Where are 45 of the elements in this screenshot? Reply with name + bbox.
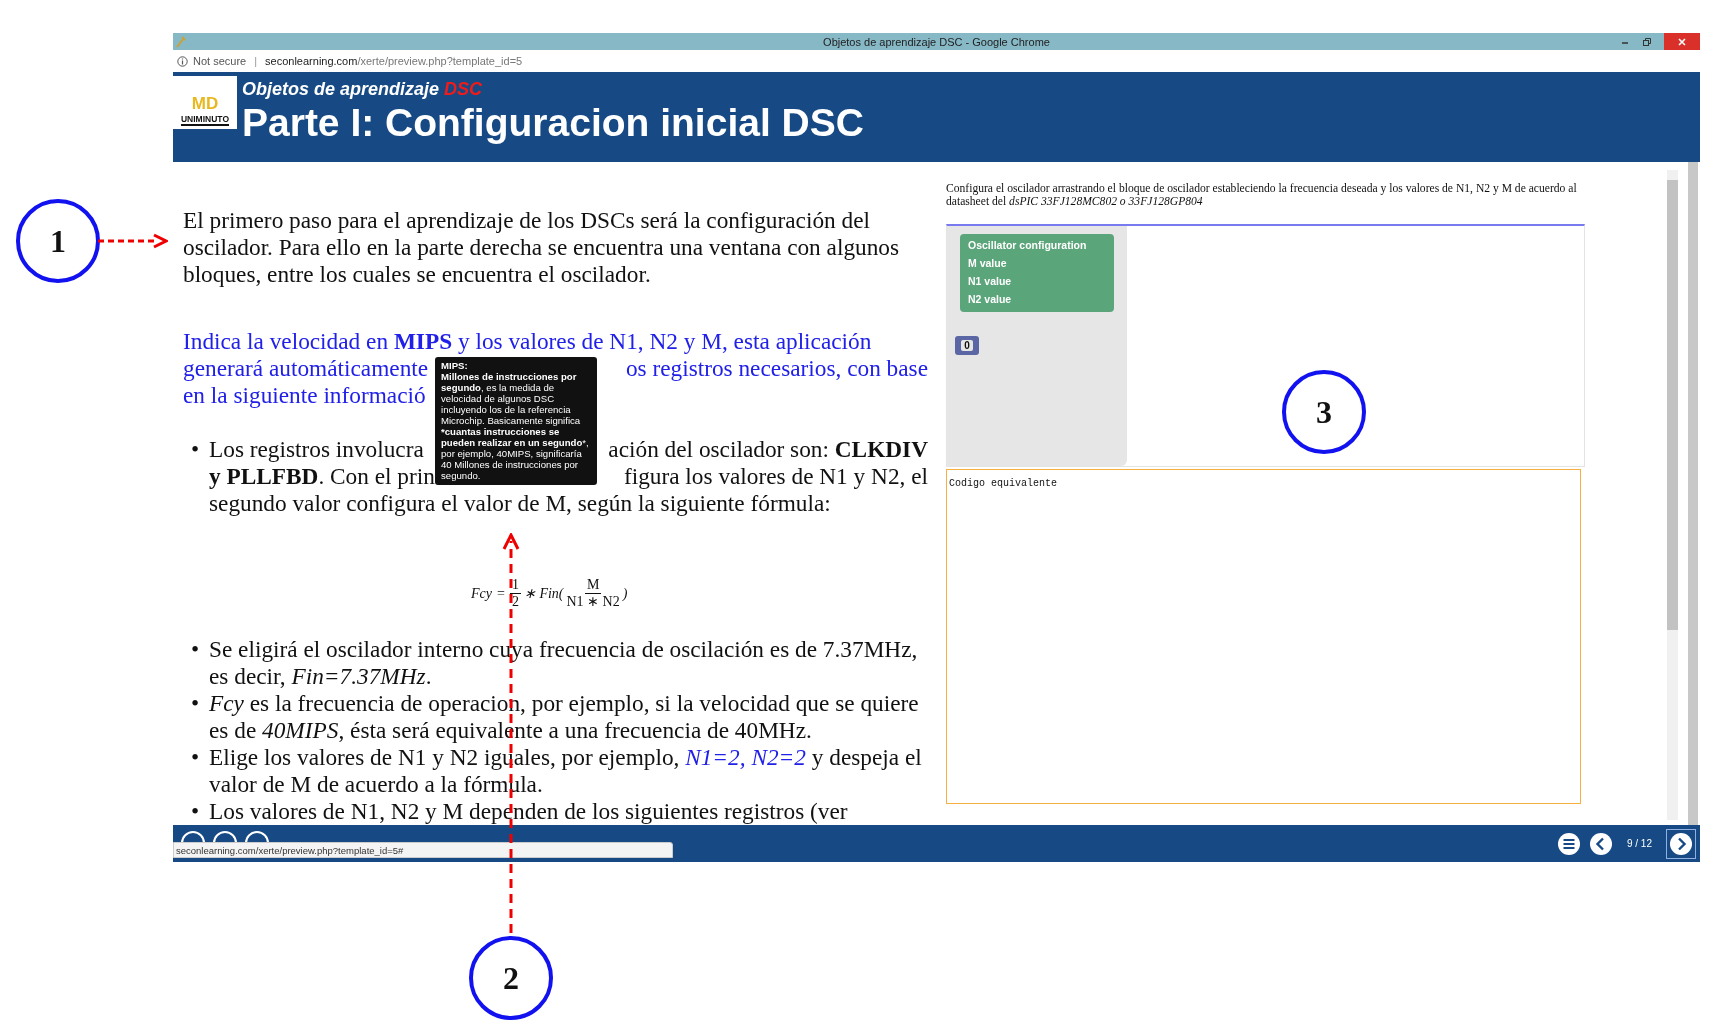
callout-circle: 1	[16, 199, 100, 283]
page-title: Parte I: Configuracion inicial DSC	[242, 102, 864, 145]
logo: MD UNIMINUTO	[173, 76, 237, 129]
instruction-text: en la siguiente informació	[183, 382, 426, 409]
instruction-text: generará automáticamente	[183, 355, 429, 382]
bullet-text: Elige los valores de N1 y N2 iguales, por ejemplo, N1=2, N2=2 y despeja el valor de M de acuerdo a la fórmula.	[209, 744, 923, 798]
code-label: Codigo equivalente	[949, 478, 1058, 489]
previous-icon[interactable]	[1588, 831, 1613, 856]
instructions-text: Configura el oscilador arrastrando el bloque de oscilador estableciendo la frecuencia deseada y los valores de N1, N2 y M de acuerdo al datasheet del dsPIC 33FJ128MC802 o 33FJ128GP804	[946, 182, 1578, 208]
bullet-marker: •	[191, 636, 201, 664]
bullet-text: figura los valores de N1 y N2, el	[623, 463, 928, 490]
dashed-arrow	[98, 233, 168, 249]
intro-paragraph: El primero paso para el aprendizaje de los DSCs será la configuración del oscilador. Para ello en la parte derecha se encuentra una ventana con algunos bloques, entre los cuales se encuentra el oscilador.	[183, 207, 901, 288]
status-url-tooltip: seconlearning.com/xerte/preview.php?template_id=5#	[173, 842, 673, 858]
instruction-text: os registros necesarios, con base	[625, 355, 928, 382]
bullet-text: y PLLFBD. Con el prin	[209, 463, 435, 490]
bullet-text: segundo valor configura el valor de M, según la siguiente fórmula:	[209, 490, 831, 517]
info-icon	[177, 55, 188, 67]
callout-circle: 3	[1282, 370, 1366, 454]
number-block[interactable]: 0	[955, 336, 979, 355]
bullet-text: Fcy es la frecuencia de operacion, por ejemplo, si la velocidad que se quiere es de 40MIPS, ésta será equivalente a una frecuencia de 40MHz.	[209, 690, 920, 744]
instruction-text: Indica la velocidad en MIPS y los valores de N1, N2 y M, esta aplicación	[183, 328, 872, 355]
restore-icon[interactable]	[1642, 36, 1652, 47]
pen-icon	[176, 35, 186, 48]
security-label: Not secure	[193, 55, 247, 67]
callout-circle: 2	[469, 936, 553, 1020]
window-title: Objetos de aprendizaje DSC - Google Chrome	[823, 35, 1050, 48]
bullet-text: Los valores de N1, N2 y M dependen de los siguientes registros (ver	[209, 798, 849, 825]
scrollbar[interactable]	[1667, 170, 1678, 820]
bullet-marker: •	[191, 798, 201, 825]
bullet-text: Los registros involucra	[209, 436, 424, 463]
menu-icon[interactable]	[1556, 831, 1581, 856]
bullet-marker: •	[191, 690, 201, 718]
bullet-marker: •	[191, 744, 201, 772]
separator: |	[254, 55, 258, 67]
close-button[interactable]	[1664, 33, 1700, 50]
bullet-text: Se eligirá el oscilador interno cuya frecuencia de oscilación es de 7.37MHz, es decir, Fin=7.37MHz.	[209, 636, 919, 690]
course-subtitle: Objetos de aprendizaje DSC	[242, 79, 484, 100]
bullet-marker: •	[191, 436, 201, 464]
tooltip: MIPS: Millones de instrucciones por segundo, es la medida de velocidad de algunos DSC incluyendo los de la referencia Microchip. Basicamente significa *cuantas instrucciones se pueden realizar en un segundo*, por ejemplo, 40MIPS, significaría 40 Millones de instrucciones por segundo.	[435, 357, 597, 485]
page-counter: 9 / 12	[1626, 838, 1652, 849]
bullet-text: ación del oscilador son: CLKDIV	[608, 436, 928, 463]
url-text: seconlearning.com/xerte/preview.php?template_id=5	[265, 55, 523, 67]
close-icon[interactable]	[1677, 36, 1687, 47]
scrollbar[interactable]	[1688, 162, 1698, 825]
